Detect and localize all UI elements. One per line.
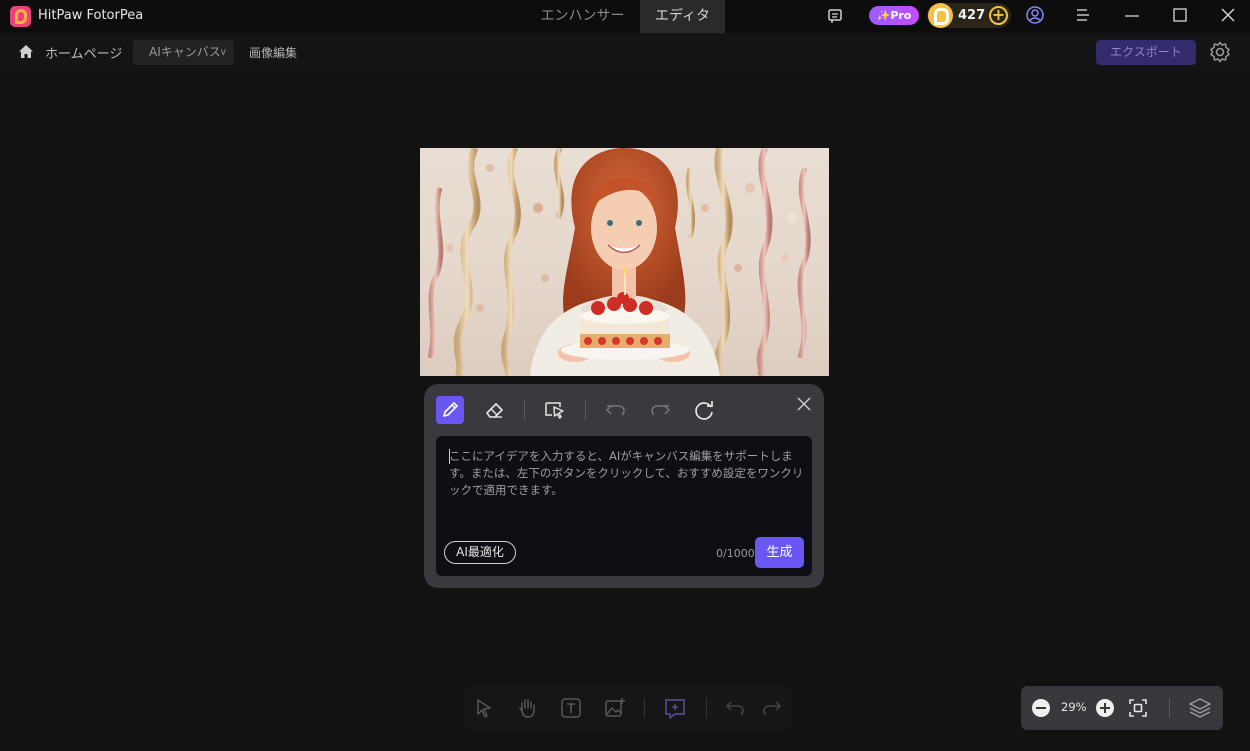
home-icon[interactable] (18, 44, 34, 59)
eraser-tool-button[interactable] (480, 396, 508, 424)
generate-button[interactable]: 生成 (755, 537, 804, 568)
prompt-placeholder: ここにアイデアを入力すると、AIがキャンバス編集をサポートします。または、左下の… (449, 449, 804, 497)
character-count: 0/1000 (716, 547, 755, 560)
zoom-control: 29% (1021, 686, 1223, 730)
undo-button[interactable] (602, 396, 630, 424)
toolbar-divider (644, 698, 645, 718)
add-image-icon[interactable] (603, 696, 627, 720)
redo-button[interactable] (646, 396, 674, 424)
coin-icon (928, 3, 953, 28)
export-button[interactable]: エクスポート (1096, 40, 1196, 65)
home-link[interactable]: ホームページ (45, 43, 122, 62)
eraser-icon (486, 403, 503, 418)
canvas-mode-select[interactable]: AIキャンバス ∨ (133, 40, 234, 65)
layers-icon[interactable] (1188, 696, 1212, 720)
cursor-icon[interactable] (472, 696, 496, 720)
feedback-icon[interactable] (827, 7, 845, 25)
hand-icon[interactable] (515, 696, 539, 720)
ai-prompt-panel: ここにアイデアを入力すると、AIがキャンバス編集をサポートします。または、左下の… (424, 384, 824, 588)
toolbar-divider (524, 400, 525, 420)
zoom-in-icon[interactable] (1096, 699, 1114, 717)
undo-icon[interactable] (724, 696, 746, 718)
tab-enhancer[interactable]: エンハンサー (530, 0, 635, 33)
chevron-down-icon: ∨ (219, 47, 227, 58)
reset-button[interactable] (690, 396, 718, 424)
menu-icon[interactable] (1076, 8, 1090, 22)
select-tool-button[interactable] (541, 396, 569, 424)
credits-box[interactable]: 427 + (927, 3, 1011, 28)
toolbar-divider (585, 400, 586, 420)
minimize-icon[interactable] (1124, 9, 1140, 23)
zoom-divider (1169, 698, 1170, 718)
add-credits-icon[interactable]: + (989, 6, 1008, 25)
fit-screen-icon[interactable] (1128, 698, 1148, 718)
pencil-icon (443, 402, 458, 417)
zoom-out-icon[interactable] (1032, 699, 1050, 717)
maximize-icon[interactable] (1173, 8, 1187, 22)
tab-editor[interactable]: エディタ (640, 0, 725, 33)
pro-badge[interactable]: ✨Pro (869, 6, 919, 25)
user-account-icon[interactable] (1025, 5, 1045, 25)
ai-optimize-button[interactable]: AI最適化 (444, 541, 516, 564)
canvas-image[interactable] (420, 148, 829, 376)
undo-icon (605, 405, 625, 416)
gear-icon[interactable] (1209, 41, 1231, 63)
zoom-level: 29% (1061, 700, 1087, 714)
breadcrumb: 画像編集 (249, 46, 298, 60)
navigation-bar: ホームページ AIキャンバス ∨ 画像編集 エクスポート (0, 33, 1250, 70)
credits-count: 427 (958, 8, 986, 23)
brush-tool-button[interactable] (436, 396, 464, 424)
select-cursor-icon (545, 402, 564, 419)
app-logo-icon (10, 6, 31, 27)
redo-icon (651, 405, 671, 416)
toolbar-divider (706, 698, 707, 718)
ai-chat-icon[interactable] (662, 696, 688, 722)
redo-icon[interactable] (761, 696, 783, 718)
canvas-mode-value: AIキャンバス (149, 45, 221, 59)
close-icon[interactable] (796, 396, 812, 412)
text-tool-icon[interactable] (559, 696, 583, 720)
birthday-photo-illustration (427, 148, 811, 376)
app-title: HitPaw FotorPea (38, 8, 144, 23)
bottom-toolbar (464, 686, 792, 730)
refresh-icon (695, 401, 713, 420)
title-bar: HitPaw FotorPea エンハンサー エディタ ✨Pro 427 + (0, 0, 1250, 33)
close-window-icon[interactable] (1221, 8, 1235, 22)
prompt-input[interactable]: ここにアイデアを入力すると、AIがキャンバス編集をサポートします。または、左下の… (436, 436, 812, 576)
